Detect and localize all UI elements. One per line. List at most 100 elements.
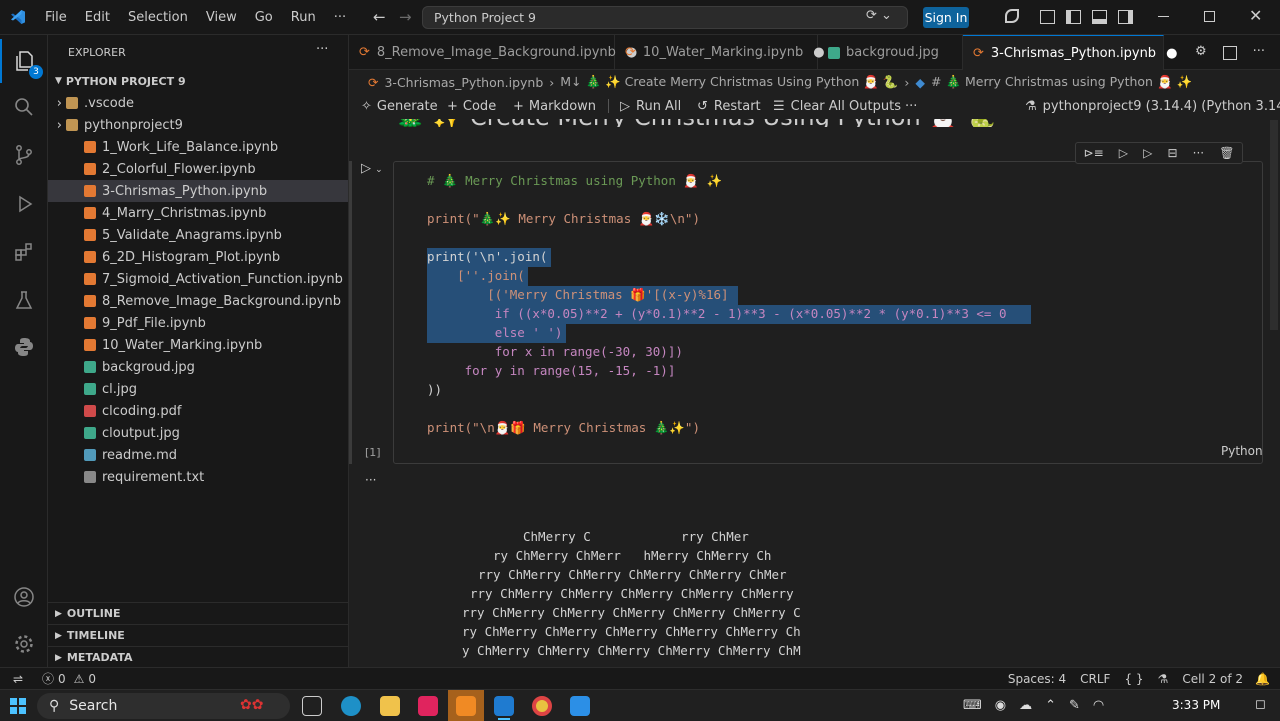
- cell-language[interactable]: Python: [1221, 444, 1263, 458]
- code-line[interactable]: if ((x*0.05)**2 + (y*0.1)**2 - 1)**3 - (…: [427, 304, 1007, 323]
- execute-above-icon[interactable]: ⊳≡: [1084, 146, 1104, 160]
- remote-icon[interactable]: ⇌: [0, 672, 36, 686]
- editor-scrollbar[interactable]: [1270, 120, 1278, 330]
- photos-app-icon[interactable]: [570, 696, 590, 716]
- tab-remove-image-background[interactable]: ⟳ 8_Remove_Image_Background.ipynb ●: [349, 35, 637, 70]
- sidebar-item-1-work-life-balance-ipynb[interactable]: 1_Work_Life_Balance.ipynb: [48, 136, 348, 158]
- delete-cell-icon[interactable]: 🗑: [1219, 146, 1234, 160]
- indentation-status[interactable]: Spaces: 4: [1008, 672, 1066, 686]
- task-view-icon[interactable]: [302, 696, 322, 716]
- code-line[interactable]: for y in range(15, -15, -1)]: [427, 361, 676, 380]
- code-line[interactable]: print("🎄✨ Merry Christmas 🎅❄️\n"): [427, 209, 700, 228]
- menu-selection[interactable]: Selection: [119, 0, 197, 35]
- close-icon[interactable]: ✕: [1249, 6, 1262, 25]
- execute-below-icon[interactable]: ▷: [1119, 146, 1128, 160]
- notifications-icon[interactable]: 🔔: [1255, 672, 1270, 686]
- more-actions-icon[interactable]: ···: [1253, 44, 1265, 60]
- run-debug-icon[interactable]: [0, 182, 48, 226]
- maximize-icon[interactable]: [1204, 11, 1215, 22]
- run-cell-button[interactable]: ▷ ⌄: [361, 161, 383, 176]
- explorer-more-button[interactable]: ···: [316, 42, 328, 57]
- command-center-search[interactable]: Python Project 9: [422, 6, 908, 29]
- settings-gear-icon[interactable]: [0, 622, 48, 666]
- windows-start-icon[interactable]: [10, 698, 26, 714]
- run-all-button[interactable]: ▷ Run All: [620, 95, 681, 117]
- restart-button[interactable]: ↺ Restart: [697, 95, 761, 117]
- search-icon[interactable]: [0, 85, 48, 129]
- cell-position-status[interactable]: Cell 2 of 2: [1182, 672, 1243, 686]
- sidebar-item-7-sigmoid-activation-function-ipynb[interactable]: 7_Sigmoid_Activation_Function.ipynb: [48, 268, 348, 290]
- sidebar-item-cl-jpg[interactable]: cl.jpg: [48, 378, 348, 400]
- sidebar-item-backgroud-jpg[interactable]: backgroud.jpg: [48, 356, 348, 378]
- tab-water-marking[interactable]: ⟳ 10_Water_Marking.ipynb ●: [615, 35, 825, 70]
- outline-section[interactable]: ▶ OUTLINE: [48, 602, 348, 624]
- problems-status[interactable]: ⓧ 0 ⚠ 0: [42, 670, 96, 687]
- generate-button[interactable]: ✧ Generate: [361, 95, 438, 117]
- forward-arrow-icon[interactable]: →: [399, 8, 412, 26]
- clear-all-outputs-button[interactable]: ☰ Clear All Outputs: [773, 95, 901, 117]
- toggle-sidebar-icon[interactable]: [1066, 10, 1081, 24]
- sidebar-item--vscode[interactable]: › .vscode: [48, 92, 348, 114]
- kernel-status-icon[interactable]: ⚗: [1158, 672, 1169, 686]
- menu-run[interactable]: Run: [282, 0, 325, 35]
- toggle-secondary-sidebar-icon[interactable]: [1118, 10, 1133, 24]
- sidebar-item-10-water-marking-ipynb[interactable]: 10_Water_Marking.ipynb: [48, 334, 348, 356]
- vscode-taskbar-icon[interactable]: [494, 696, 514, 716]
- project-folder-header[interactable]: ▼ PYTHON PROJECT 9: [48, 70, 348, 92]
- keyboard-icon[interactable]: ⌨: [963, 698, 982, 713]
- sign-in-button[interactable]: Sign In: [923, 7, 969, 28]
- sidebar-item-cloutput-jpg[interactable]: cloutput.jpg: [48, 422, 348, 444]
- sidebar-item-2-colorful-flower-ipynb[interactable]: 2_Colorful_Flower.ipynb: [48, 158, 348, 180]
- account-icon[interactable]: [0, 575, 48, 619]
- cell-more-icon[interactable]: ···: [1193, 146, 1204, 160]
- taskbar-clock[interactable]: 3:33 PM: [1172, 698, 1220, 712]
- sidebar-item-9-pdf-file-ipynb[interactable]: 9_Pdf_File.ipynb: [48, 312, 348, 334]
- add-code-button[interactable]: + Code: [447, 95, 496, 117]
- wifi-icon[interactable]: ◠: [1093, 698, 1104, 713]
- code-line[interactable]: print('\n'.join(: [427, 247, 547, 266]
- pen-icon[interactable]: ✎: [1069, 698, 1080, 713]
- menu-more[interactable]: ···: [325, 0, 355, 35]
- back-arrow-icon[interactable]: ←: [373, 8, 386, 26]
- taskbar-search-box[interactable]: ⚲ Search ✿✿: [37, 693, 290, 719]
- breadcrumb-file[interactable]: 3-Chrismas_Python.ipynb: [384, 75, 543, 90]
- file-explorer-icon[interactable]: [380, 696, 400, 716]
- code-line[interactable]: for x in range(-30, 30)]): [427, 342, 683, 361]
- split-cell-icon[interactable]: ⊟: [1167, 146, 1177, 160]
- tab-christmas-python[interactable]: ⟳ 3-Chrismas_Python.ipynb ●: [963, 35, 1177, 70]
- copilot-icon[interactable]: ⟳ ⌄: [866, 8, 892, 23]
- accounts-icon[interactable]: [1005, 9, 1019, 23]
- testing-icon[interactable]: [0, 278, 48, 322]
- breadcrumb-code-cell[interactable]: # 🎄 Merry Christmas using Python 🎅 ✨: [931, 74, 1192, 90]
- code-line[interactable]: [''.join(: [427, 266, 525, 285]
- modified-dot[interactable]: ●: [1166, 46, 1177, 61]
- onedrive-icon[interactable]: ☁: [1019, 698, 1032, 713]
- kernel-picker[interactable]: ⚗ pythonproject9 (3.14.4) (Python 3.14.4): [1025, 95, 1280, 117]
- sidebar-item-pythonproject9[interactable]: › pythonproject9: [48, 114, 348, 136]
- recording-app-icon[interactable]: [456, 696, 476, 716]
- customize-layout-icon[interactable]: [1040, 10, 1055, 24]
- add-markdown-button[interactable]: + Markdown: [513, 95, 596, 117]
- toolbar-more-button[interactable]: ···: [905, 95, 917, 117]
- split-editor-icon[interactable]: [1222, 46, 1237, 60]
- sidebar-item-5-validate-anagrams-ipynb[interactable]: 5_Validate_Anagrams.ipynb: [48, 224, 348, 246]
- tab-backgroud-jpg[interactable]: backgroud.jpg: [818, 35, 963, 70]
- menu-go[interactable]: Go: [246, 0, 282, 35]
- sidebar-item-6-2d-histogram-plot-ipynb[interactable]: 6_2D_Histogram_Plot.ipynb: [48, 246, 348, 268]
- chrome-icon[interactable]: [532, 696, 552, 716]
- breadcrumb-markdown[interactable]: M↓ 🎄 ✨ Create Merry Christmas Using Pyth…: [560, 74, 898, 90]
- settings-gear-icon[interactable]: ⚙: [1195, 44, 1207, 60]
- code-line[interactable]: else ' '): [427, 323, 563, 342]
- sidebar-item-requirement-txt[interactable]: requirement.txt: [48, 466, 348, 488]
- menu-edit[interactable]: Edit: [76, 0, 119, 35]
- edge-browser-icon[interactable]: [341, 696, 361, 716]
- show-hidden-icons-icon[interactable]: ⌃: [1045, 698, 1056, 713]
- sidebar-item-clcoding-pdf[interactable]: clcoding.pdf: [48, 400, 348, 422]
- sidebar-item-readme-md[interactable]: readme.md: [48, 444, 348, 466]
- metadata-section[interactable]: ▶ METADATA: [48, 646, 348, 668]
- eol-status[interactable]: CRLF: [1080, 672, 1110, 686]
- code-line[interactable]: print("\n🎅🎁 Merry Christmas 🎄✨"): [427, 418, 700, 437]
- minimize-icon[interactable]: [1158, 16, 1169, 17]
- sidebar-item-8-remove-image-background-ipynb[interactable]: 8_Remove_Image_Background.ipynb: [48, 290, 348, 312]
- extensions-icon[interactable]: [0, 230, 48, 274]
